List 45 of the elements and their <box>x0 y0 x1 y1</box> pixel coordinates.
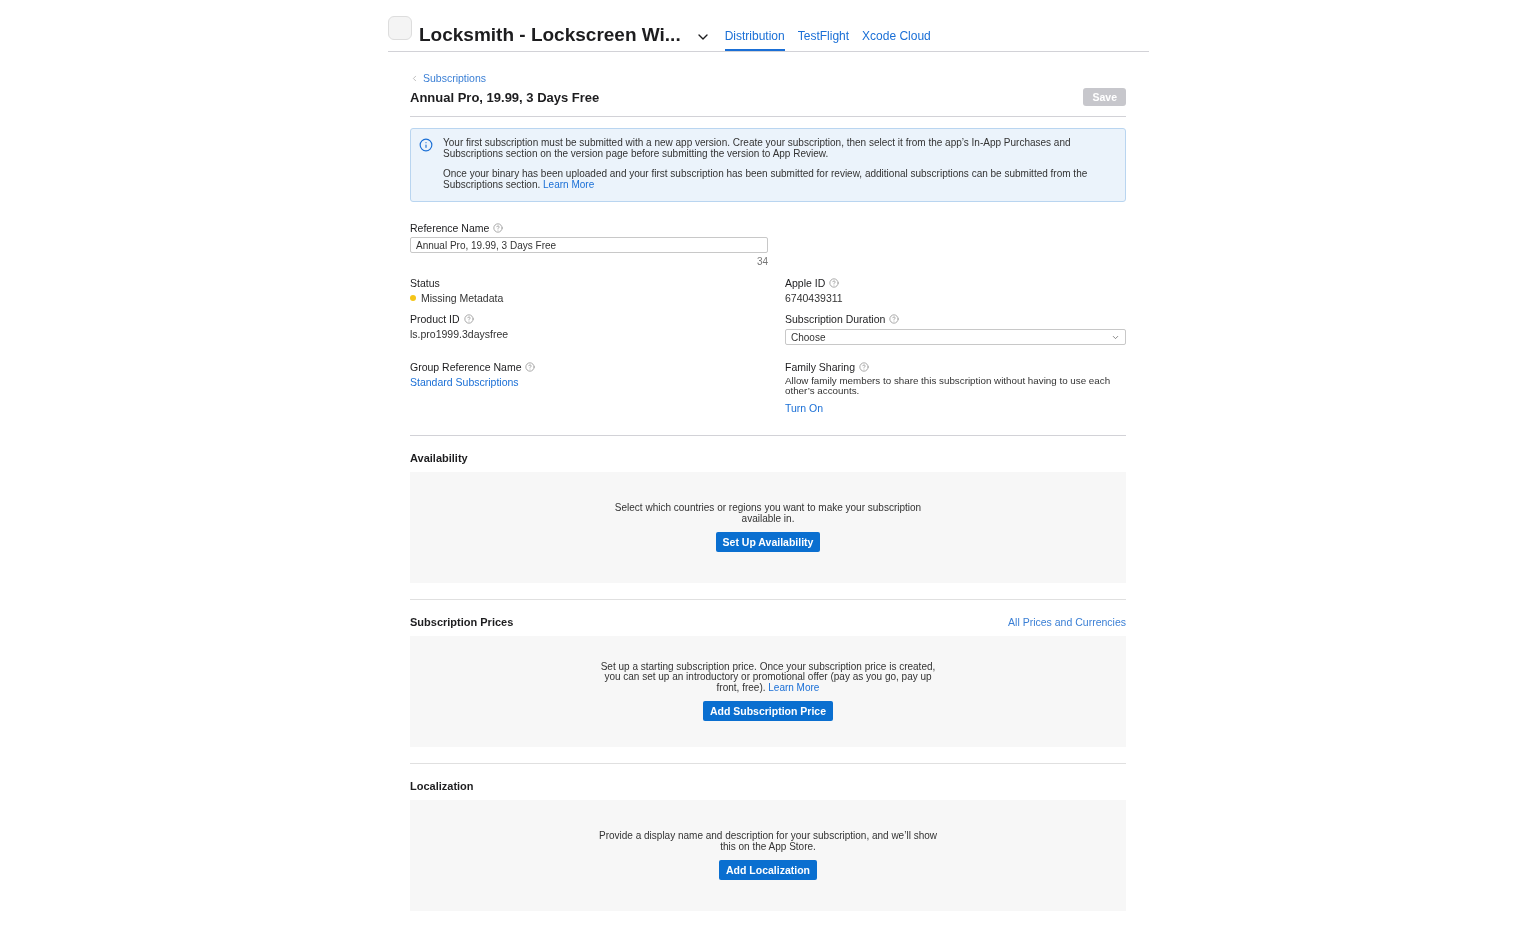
app-name: Locksmith - Lockscreen Wi... <box>419 24 681 47</box>
group-link[interactable]: Standard Subscriptions <box>410 376 519 388</box>
field-value: ls.pro1999.3daysfree <box>410 328 509 340</box>
help-icon[interactable] <box>829 278 840 288</box>
learn-more-link[interactable]: Learn More <box>543 178 595 190</box>
field-label: Product ID <box>410 313 460 325</box>
info-icon <box>419 138 433 152</box>
field-label: Subscription Duration <box>785 313 886 325</box>
help-icon[interactable] <box>463 314 474 324</box>
section-description: Select which countries or regions you want to make your subscription available in. <box>613 503 923 524</box>
field-label: Reference Name <box>410 222 490 234</box>
prices-link[interactable]: All Prices and Currencies <box>1008 616 1126 628</box>
breadcrumb-link[interactable]: Subscriptions <box>410 72 1126 84</box>
help-icon[interactable] <box>493 223 504 233</box>
turn-on-link[interactable]: Turn On <box>785 401 824 414</box>
section-button[interactable]: Add Localization <box>719 860 817 880</box>
section-button[interactable]: Add Subscription Price <box>702 701 834 722</box>
section-button[interactable]: Set Up Availability <box>715 532 821 552</box>
family-sharing-description: Allow family members to share this subscription without having to use each other’s accounts. <box>785 376 1112 397</box>
section-description: Set up a starting subscription price. Once your subscription price is created, you can set up an introductory or promotional offer (pay as you go, pay up front, free). Learn More <box>599 661 937 694</box>
nav-tab[interactable]: Distribution <box>724 29 785 51</box>
section-description: Provide a display name and description for your subscription, and we’ll show this on the App Store. <box>598 831 938 852</box>
learn-more-link[interactable]: Learn More <box>768 681 820 693</box>
back-chevron-icon <box>410 73 419 83</box>
field-value: 6740439311 <box>785 292 843 304</box>
help-icon[interactable] <box>889 314 900 324</box>
notice-text: Once your binary has been uploaded and your first subscription has been submitted for review, additional subscriptions can be submitted from the Subscriptions section. Learn More <box>443 169 1089 190</box>
field-label: Family Sharing <box>785 361 856 373</box>
help-icon[interactable] <box>525 362 536 372</box>
help-icon[interactable] <box>859 362 870 372</box>
duration-select[interactable]: Choose <box>785 329 1126 345</box>
section-title: Subscription Prices <box>410 616 514 628</box>
app-icon <box>388 15 412 40</box>
section-title: Localization <box>410 780 474 792</box>
nav-tab[interactable]: TestFlight <box>797 29 850 51</box>
nav-tab[interactable]: Xcode Cloud <box>862 29 931 51</box>
field-label: Status <box>410 277 440 289</box>
field-label: Group Reference Name <box>410 361 522 373</box>
status-value: Missing Metadata <box>421 292 504 304</box>
character-count: 34 <box>755 256 768 267</box>
notice-text: Your first subscription must be submitted with a new app version. Create your subscription, then select it from the app’s In-App Purchases and Subscriptions section on the version page before submitting the version to App Review. <box>443 138 1072 159</box>
reference-name-field[interactable]: Annual Pro, 19.99, 3 Days Free <box>410 237 768 253</box>
page-title: Annual Pro, 19.99, 3 Days Free <box>410 89 600 105</box>
section-title: Availability <box>410 452 468 464</box>
field-label: Apple ID <box>785 277 826 289</box>
